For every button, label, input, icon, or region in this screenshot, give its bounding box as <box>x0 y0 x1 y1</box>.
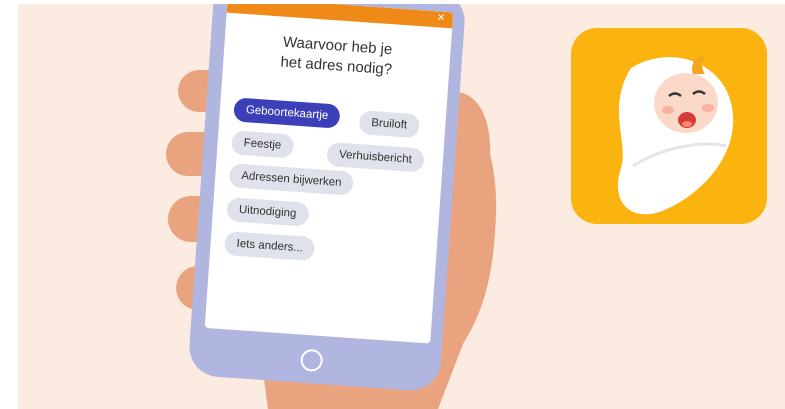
baby-app-icon <box>571 28 767 224</box>
cheek-right <box>702 104 714 112</box>
phone: × Waarvoor heb je het adres nodig? Geboo… <box>187 4 467 393</box>
option-iets-anders[interactable]: Iets anders... <box>223 231 316 262</box>
option-bruiloft[interactable]: Bruiloft <box>358 110 420 139</box>
cheek-left <box>662 106 674 114</box>
option-verhuisbericht[interactable]: Verhuisbericht <box>326 141 425 173</box>
home-button[interactable] <box>299 348 324 373</box>
close-icon[interactable]: × <box>437 9 446 24</box>
option-uitnodiging[interactable]: Uitnodiging <box>226 197 310 227</box>
tongue <box>682 121 692 127</box>
option-feestje[interactable]: Feestje <box>230 130 295 159</box>
top-bar: × <box>226 4 454 29</box>
phone-screen: × Waarvoor heb je het adres nodig? Geboo… <box>204 4 454 344</box>
option-adressen-bijwerken[interactable]: Adressen bijwerken <box>228 163 355 196</box>
illustration: × Waarvoor heb je het adres nodig? Geboo… <box>18 4 785 409</box>
question-heading: Waarvoor heb je het adres nodig? <box>223 29 451 85</box>
option-geboortekaartje[interactable]: Geboortekaartje <box>233 97 342 129</box>
